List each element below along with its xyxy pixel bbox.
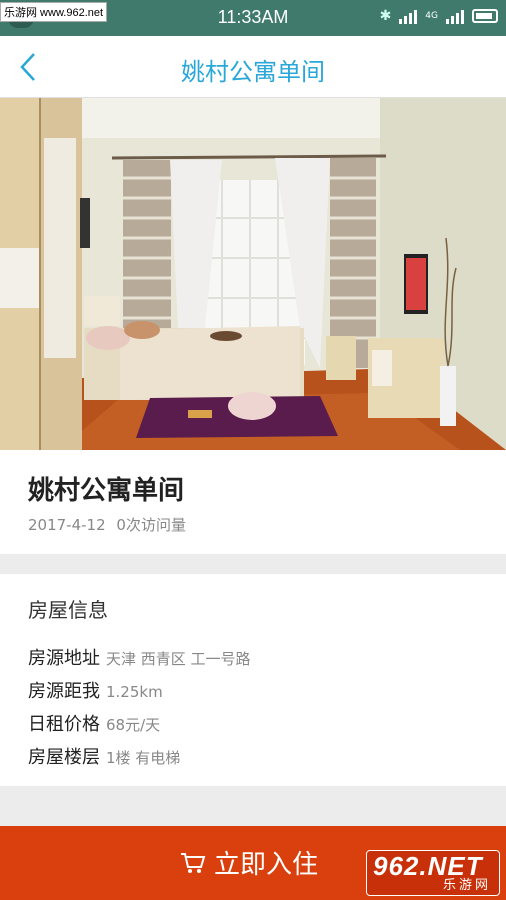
detail-row: 房源地址 天津 西青区 工一号路 bbox=[28, 644, 251, 670]
watermark-logo: 962.NET 乐游网 bbox=[366, 850, 500, 896]
signal-icon-2 bbox=[446, 8, 464, 24]
detail-value: 68元/天 bbox=[106, 716, 161, 734]
detail-value: 1.25km bbox=[106, 683, 163, 701]
status-bar: 85 乐游网 www.962.net 11:33AM ✱ 4G bbox=[0, 0, 506, 36]
listing-title: 姚村公寓单间 bbox=[28, 476, 185, 506]
detail-label: 房源地址 bbox=[28, 648, 100, 669]
check-in-button[interactable]: 立即入住 962.NET 乐游网 bbox=[0, 826, 506, 900]
nav-bar: 姚村公寓单间 bbox=[0, 36, 506, 98]
check-in-content: 立即入住 bbox=[180, 844, 318, 881]
detail-label: 日租价格 bbox=[28, 714, 100, 735]
listing-date: 2017-4-12 bbox=[28, 516, 106, 534]
detail-row: 日租价格 68元/天 bbox=[28, 710, 160, 736]
section-title: 房屋信息 bbox=[28, 598, 108, 622]
detail-label: 房屋楼层 bbox=[28, 747, 100, 768]
page-title: 姚村公寓单间 bbox=[181, 58, 325, 86]
room-photo bbox=[0, 98, 506, 450]
listing-info-card: 姚村公寓单间 2017-4-12 0次访问量 bbox=[0, 450, 506, 554]
battery-icon bbox=[472, 9, 498, 23]
house-details-card: 房屋信息 房源地址 天津 西青区 工一号路 房源距我 1.25km 日租价格 6… bbox=[0, 574, 506, 786]
watermark-small-text: 乐游网 bbox=[442, 878, 491, 893]
network-type-label: 4G bbox=[425, 10, 438, 21]
detail-value: 天津 西青区 工一号路 bbox=[106, 650, 251, 668]
detail-row: 房屋楼层 1楼 有电梯 bbox=[28, 743, 180, 769]
detail-row: 房源距我 1.25km bbox=[28, 677, 163, 703]
cart-icon bbox=[181, 852, 206, 873]
detail-value: 1楼 有电梯 bbox=[106, 749, 181, 767]
listing-meta: 2017-4-12 0次访问量 bbox=[28, 514, 186, 535]
check-in-label: 立即入住 bbox=[214, 850, 319, 880]
signal-icon bbox=[399, 8, 418, 24]
status-icons: ✱ 4G bbox=[380, 8, 498, 24]
bluetooth-icon: ✱ bbox=[379, 8, 392, 24]
detail-label: 房源距我 bbox=[28, 681, 100, 702]
listing-views: 0次访问量 bbox=[116, 516, 186, 534]
